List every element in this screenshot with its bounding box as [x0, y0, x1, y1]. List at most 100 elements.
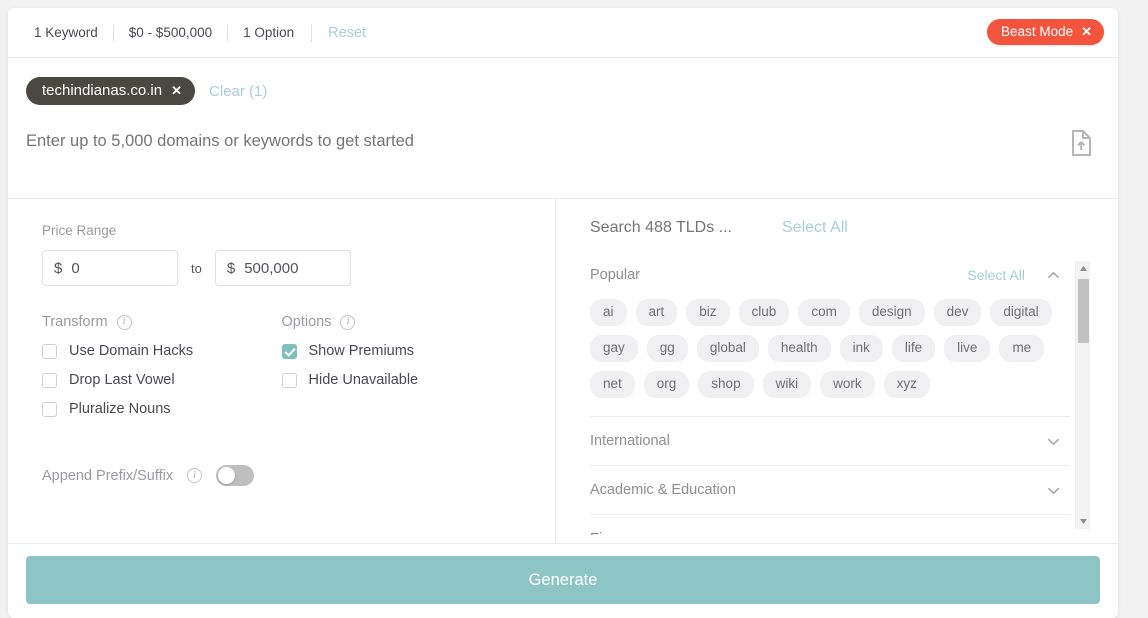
checkbox-pluralize-nouns[interactable]: Pluralize Nouns — [42, 401, 282, 417]
domain-keyword-input[interactable] — [26, 132, 886, 151]
popular-group-title: Popular — [590, 267, 640, 283]
info-icon[interactable]: i — [187, 468, 203, 483]
info-icon[interactable]: i — [340, 314, 356, 330]
append-prefix-suffix-label: Append Prefix/Suffix — [42, 467, 174, 484]
tld-chip[interactable]: ink — [839, 335, 883, 362]
price-range-separator: to — [191, 260, 202, 276]
options-column: Options i Show Premiums Hide Unavailable — [281, 314, 522, 430]
scroll-down-arrow-icon[interactable] — [1076, 514, 1091, 529]
popular-group-actions: Select All — [967, 267, 1060, 283]
checkbox-icon[interactable] — [42, 343, 57, 359]
checkbox-label: Pluralize Nouns — [69, 401, 171, 417]
summary-price-range[interactable]: $0 - $500,000 — [112, 24, 227, 41]
tld-group-list: Popular Select All ai art biz club com d… — [590, 267, 1070, 535]
scrollbar-thumb[interactable] — [1078, 279, 1089, 343]
chevron-down-icon[interactable] — [1047, 484, 1060, 497]
scroll-up-arrow-icon[interactable] — [1076, 261, 1091, 276]
price-range-row: $ to $ — [42, 250, 521, 286]
tld-chip[interactable]: org — [643, 371, 690, 398]
chevron-down-icon[interactable] — [1047, 435, 1060, 448]
checkbox-icon[interactable] — [42, 401, 57, 417]
tld-chip[interactable]: work — [820, 371, 875, 398]
price-range-label: Price Range — [42, 223, 117, 238]
checkbox-drop-last-vowel[interactable]: Drop Last Vowel — [42, 372, 282, 388]
popular-group-header[interactable]: Popular Select All — [590, 267, 1070, 283]
keyword-chip[interactable]: techindianas.co.in ✕ — [26, 77, 195, 105]
tld-chip[interactable]: live — [944, 335, 991, 362]
transform-column: Transform i Use Domain Hacks Drop Last V… — [42, 314, 282, 430]
tld-list-scrollbar[interactable] — [1075, 261, 1090, 529]
checkbox-columns: Transform i Use Domain Hacks Drop Last V… — [42, 314, 521, 430]
summary-keyword-count[interactable]: 1 Keyword — [26, 25, 113, 41]
tld-chip[interactable]: design — [858, 299, 925, 326]
tld-chip[interactable]: club — [738, 299, 790, 326]
checkbox-label: Use Domain Hacks — [69, 343, 194, 359]
price-min-input[interactable] — [71, 259, 166, 277]
checkbox-hide-unavailable[interactable]: Hide Unavailable — [281, 372, 522, 388]
keyword-input-area: techindianas.co.in ✕ Clear (1) — [8, 58, 1118, 199]
tld-chip[interactable]: gay — [590, 335, 638, 362]
tld-search-input[interactable] — [590, 219, 740, 237]
close-icon[interactable]: ✕ — [1081, 25, 1092, 38]
tld-category-finance[interactable]: Finance — [590, 514, 1070, 535]
append-prefix-suffix-toggle[interactable] — [216, 465, 255, 486]
transform-heading: Transform i — [42, 314, 282, 330]
tld-chip[interactable]: xyz — [883, 371, 930, 398]
currency-symbol: $ — [54, 259, 63, 277]
popular-tld-chips: ai art biz club com design dev digital g… — [590, 299, 1062, 398]
checkbox-icon[interactable] — [42, 372, 57, 388]
select-all-popular-button[interactable]: Select All — [967, 267, 1025, 283]
tld-chip[interactable]: life — [891, 335, 936, 362]
price-max-input[interactable] — [244, 259, 339, 277]
chevron-down-icon[interactable] — [1047, 533, 1060, 536]
tld-chip[interactable]: ai — [590, 299, 627, 326]
filter-summary-bar: 1 Keyword $0 - $500,000 1 Option Reset B… — [8, 8, 1118, 58]
beast-mode-label: Beast Mode — [1001, 24, 1074, 39]
checkbox-label: Show Premiums — [308, 343, 415, 359]
chevron-up-icon[interactable] — [1047, 269, 1060, 282]
checkbox-use-domain-hacks[interactable]: Use Domain Hacks — [42, 343, 282, 359]
filters-body: Price Range $ to $ Transform — [8, 199, 1118, 551]
keyword-chip-row: techindianas.co.in ✕ Clear (1) — [26, 76, 1100, 106]
file-upload-icon[interactable] — [1070, 130, 1092, 161]
tld-chip[interactable]: global — [696, 335, 759, 362]
clear-keywords-button[interactable]: Clear (1) — [209, 83, 267, 100]
options-title: Options — [281, 314, 332, 330]
checkbox-label: Drop Last Vowel — [69, 372, 175, 388]
tld-chip[interactable]: gg — [646, 335, 688, 362]
tld-chip[interactable]: art — [635, 299, 678, 326]
reset-button[interactable]: Reset — [311, 23, 382, 42]
beast-mode-badge[interactable]: Beast Mode ✕ — [987, 19, 1104, 45]
tld-chip[interactable]: com — [798, 299, 850, 326]
tld-chip[interactable]: net — [590, 371, 635, 398]
tld-chip[interactable]: dev — [933, 299, 982, 326]
info-icon[interactable]: i — [116, 314, 132, 330]
tld-selector-pane: Select All Popular Select All ai — [556, 199, 1118, 551]
tld-chip[interactable]: digital — [990, 299, 1052, 326]
tld-chip[interactable]: shop — [698, 371, 754, 398]
price-max-field[interactable]: $ — [214, 250, 351, 286]
keyword-chip-label: techindianas.co.in — [42, 82, 163, 99]
checkbox-icon[interactable] — [281, 372, 297, 388]
tld-search-row: Select All — [590, 219, 1118, 237]
price-min-field[interactable]: $ — [42, 250, 178, 286]
tld-chip[interactable]: biz — [686, 299, 730, 326]
tld-chip[interactable]: me — [999, 335, 1045, 362]
footer-bar: Generate — [8, 543, 1118, 618]
close-icon[interactable]: ✕ — [171, 84, 182, 97]
tld-category-academic-education[interactable]: Academic & Education — [590, 465, 1070, 514]
append-prefix-suffix-row: Append Prefix/Suffix i — [42, 465, 521, 486]
toggle-knob — [218, 467, 236, 484]
category-title: Academic & Education — [590, 482, 736, 498]
tld-chip[interactable]: wiki — [762, 371, 812, 398]
tld-category-international[interactable]: International — [590, 416, 1070, 465]
checkbox-icon[interactable] — [281, 343, 297, 359]
app-page: 1 Keyword $0 - $500,000 1 Option Reset B… — [0, 0, 1148, 618]
summary-option-count[interactable]: 1 Option — [227, 24, 309, 41]
generate-button[interactable]: Generate — [26, 556, 1100, 604]
transform-title: Transform — [42, 314, 108, 330]
tld-chip[interactable]: health — [767, 335, 831, 362]
category-title: Finance — [590, 531, 642, 535]
checkbox-show-premiums[interactable]: Show Premiums — [281, 343, 522, 359]
select-all-tlds-button[interactable]: Select All — [782, 219, 848, 237]
